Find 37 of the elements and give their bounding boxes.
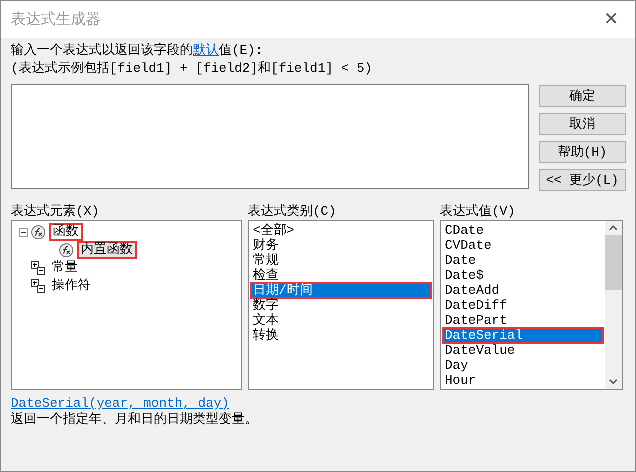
list-item[interactable]: 日期/时间 xyxy=(250,282,432,299)
signature-link[interactable]: DateSerial(year, month, day) xyxy=(11,396,230,411)
list-item[interactable]: DateValue xyxy=(442,342,604,359)
list-item[interactable]: Hour xyxy=(442,372,604,389)
tree-item[interactable]: 函数 xyxy=(49,223,83,241)
list-item[interactable]: CDate xyxy=(442,222,604,239)
elements-label: 表达式元素(X) xyxy=(11,204,100,220)
dialog-button[interactable]: 取消 xyxy=(539,113,626,135)
list-item[interactable]: Date xyxy=(442,252,604,269)
list-item[interactable]: 文本 xyxy=(250,312,432,329)
dialog-button[interactable]: 帮助(H) xyxy=(539,141,626,163)
tree-item[interactable]: 常量 xyxy=(48,259,82,277)
list-item[interactable]: CVDate xyxy=(442,237,604,254)
default-link[interactable]: 默认 xyxy=(193,43,219,58)
list-item[interactable]: Date$ xyxy=(442,267,604,284)
list-item[interactable]: 数字 xyxy=(250,297,432,314)
list-item[interactable]: DatePart xyxy=(442,312,604,329)
list-item[interactable]: 转换 xyxy=(250,327,432,344)
window-title: 表达式生成器 xyxy=(11,10,101,29)
dialog-button[interactable]: << 更少(L) xyxy=(539,169,626,191)
tree-item[interactable]: 操作符 xyxy=(48,277,95,295)
example-text: (表达式示例包括[field1] + [field2]和[field1] < 5) xyxy=(11,60,374,78)
description-text: 返回一个指定年、月和日的日期类型变量。 xyxy=(11,411,259,429)
tree-item[interactable]: 内置函数 xyxy=(77,241,137,259)
list-item[interactable]: DateSerial xyxy=(442,327,604,344)
list-item[interactable]: <全部> xyxy=(250,222,432,239)
list-item[interactable]: 常规 xyxy=(250,252,432,269)
list-item[interactable]: DateDiff xyxy=(442,297,604,314)
prompt-text: 输入一个表达式以返回该字段的默认值(E): xyxy=(11,42,264,60)
close-button[interactable]: ✕ xyxy=(598,9,625,30)
dialog-button[interactable]: 确定 xyxy=(539,85,626,107)
values-label: 表达式值(V) xyxy=(440,204,516,220)
list-item[interactable]: DateAdd xyxy=(442,282,604,299)
list-item[interactable]: Day xyxy=(442,357,604,374)
list-item[interactable]: 财务 xyxy=(250,237,432,254)
list-item[interactable]: 检查 xyxy=(250,267,432,284)
categories-label: 表达式类别(C) xyxy=(248,204,338,220)
